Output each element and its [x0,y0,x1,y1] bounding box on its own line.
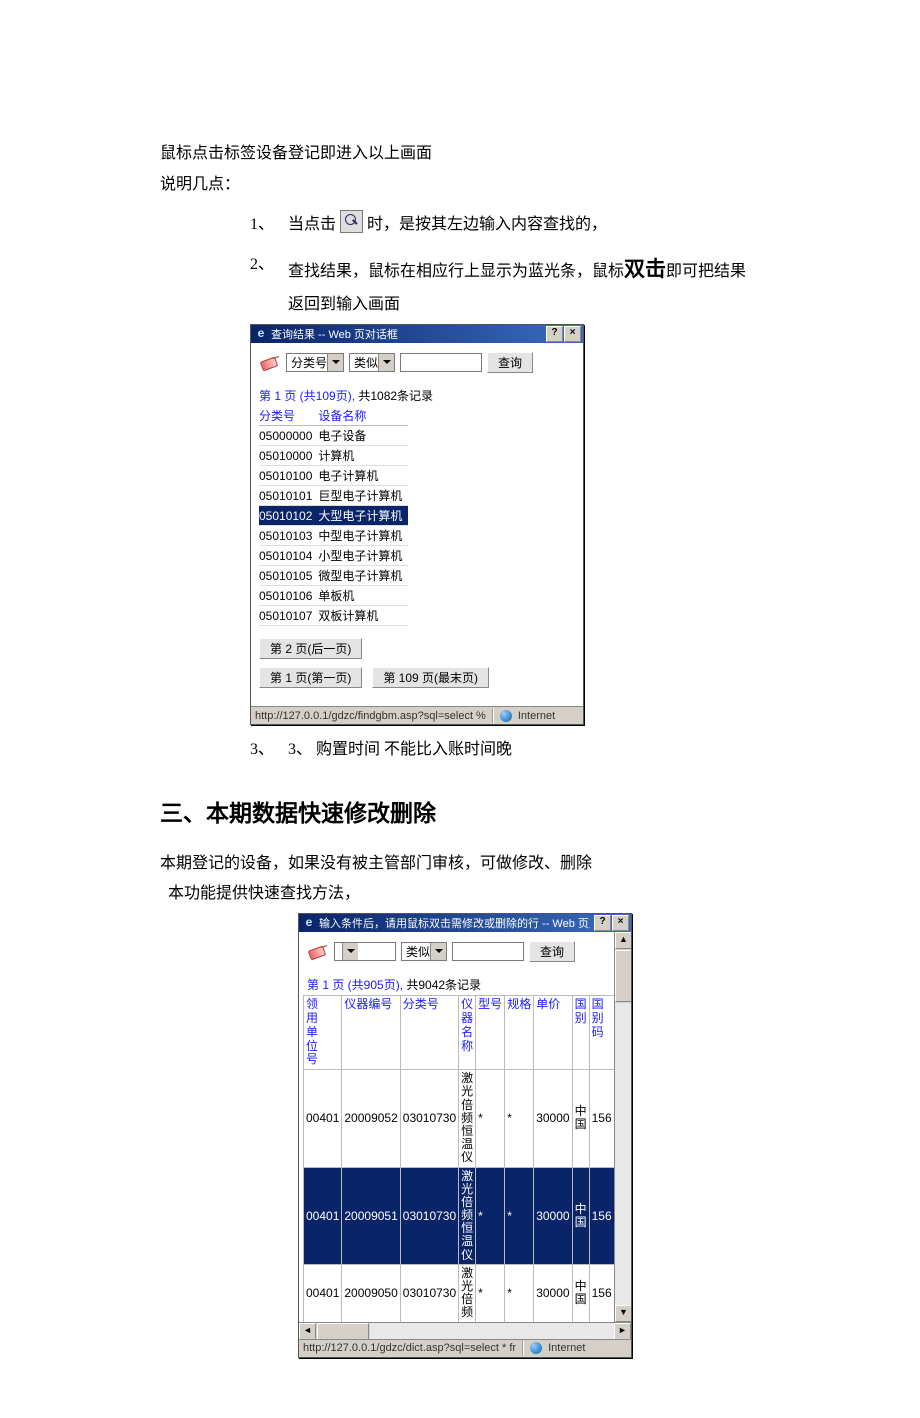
match-select[interactable]: 类似 [349,353,395,372]
dialog-title: 输入条件后，请用鼠标双击需修改或删除的行 -- Web 页对话框 [319,915,590,931]
list-item-2-text-a: 查找结果，鼠标在相应行上显示为蓝光条，鼠标 [288,263,624,280]
data-th: 国别码 [589,996,614,1070]
table-row[interactable]: 05010103中型电子计算机 [259,526,408,546]
table-row[interactable]: 004012000905003010730激光倍频**30000中国156无20… [304,1264,632,1322]
search-row: 分类号 类似 查询 [251,343,583,383]
titlebar: 查询结果 -- Web 页对话框 ? × [251,325,583,343]
page-info: 第 1 页 (共905页), 共9042条记录 [299,972,615,995]
data-table: 领用单位号仪器编号分类号仪器名称型号规格单价国别国别码厂家出厂号出厂日期购置期 … [303,995,631,1322]
chevron-down-icon [327,354,343,371]
table-row[interactable]: 05010104小型电子计算机 [259,546,408,566]
table-row[interactable]: 05010000计算机 [259,446,408,466]
titlebar: 输入条件后，请用鼠标双击需修改或删除的行 -- Web 页对话框 ? × [299,914,631,932]
list-item-1-text-b: 时，是按其左边输入内容查找的， [367,216,607,233]
pager-first-button[interactable]: 第 1 页(第一页) [259,667,362,688]
scroll-left-icon[interactable]: ◄ [299,1323,316,1339]
chevron-down-icon [342,943,358,960]
ie-icon [255,328,267,340]
list-item-2-num: 2、 [250,250,274,280]
vertical-scrollbar[interactable]: ▲ ▼ [614,932,631,1321]
para2-line1: 本期登记的设备，如果没有被主管部门审核，可做修改、删除 [160,850,760,879]
field-select[interactable] [334,942,396,961]
data-th: 仪器名称 [459,996,476,1070]
result-th-code: 分类号 [259,406,318,426]
result-table: 分类号 设备名称 05000000电子设备05010000计算机05010100… [259,406,408,626]
status-url: http://127.0.0.1/gdzc/findgbm.asp?sql=se… [255,710,486,722]
query-button[interactable]: 查询 [529,941,575,962]
table-row[interactable]: 05010106单板机 [259,586,408,606]
list-item-1: 1、 当点击 时，是按其左边输入内容查找的， [250,210,760,240]
field-select[interactable]: 分类号 [286,353,344,372]
list-item-1-num: 1、 [250,210,274,240]
list-item-2: 2、 查找结果，鼠标在相应行上显示为蓝光条，鼠标双击即可把结果返回到输入画面 [250,250,760,320]
scroll-down-icon[interactable]: ▼ [615,1305,631,1322]
data-th: 分类号 [400,996,458,1070]
table-row[interactable]: 05000000电子设备 [259,426,408,446]
result-th-name: 设备名称 [318,406,408,426]
globe-icon [500,710,512,722]
list-item-2-bold: 双击 [624,257,666,281]
scroll-up-icon[interactable]: ▲ [615,932,631,949]
chevron-down-icon [378,354,394,371]
data-th: 国别 [572,996,589,1070]
data-th: 型号 [476,996,505,1070]
pager-next-button[interactable]: 第 2 页(后一页) [259,638,362,659]
chevron-down-icon [430,943,446,960]
search-input[interactable] [400,353,482,372]
table-row[interactable]: 05010105微型电子计算机 [259,566,408,586]
list-item-3-num: 3、 [250,735,274,765]
intro-line-1: 鼠标点击标签设备登记即进入以上画面 [160,140,760,169]
table-row[interactable]: 05010107双板计算机 [259,606,408,626]
ie-icon [303,917,315,929]
dialog-title: 查询结果 -- Web 页对话框 [271,326,542,342]
eraser-icon[interactable] [259,351,281,373]
status-bar: http://127.0.0.1/gdzc/findgbm.asp?sql=se… [251,706,583,724]
list-item-3-text: 3、 购置时间 不能比入账时间晚 [288,735,760,765]
search-icon [340,210,363,233]
search-input[interactable] [452,942,524,961]
status-net: Internet [518,710,555,722]
para2-line2: 本功能提供快速查找方法， [160,880,760,909]
section-heading: 三、本期数据快速修改删除 [160,794,760,828]
list-item-1-text-a: 当点击 [288,216,336,233]
scroll-right-icon[interactable]: ► [614,1323,631,1339]
table-row[interactable]: 004012000905203010730激光倍频恒温仪**30000中国156… [304,1070,632,1167]
horizontal-scrollbar[interactable]: ◄ ► [299,1322,631,1339]
close-button[interactable]: × [564,326,581,342]
table-row[interactable]: 05010100电子计算机 [259,466,408,486]
data-th: 单价 [534,996,572,1070]
data-th: 仪器编号 [342,996,400,1070]
query-button[interactable]: 查询 [487,352,533,373]
close-button[interactable]: × [612,915,629,931]
list-item-3: 3、 3、 购置时间 不能比入账时间晚 [250,735,760,765]
status-bar: http://127.0.0.1/gdzc/dict.asp?sql=selec… [299,1339,631,1357]
table-row[interactable]: 05010102大型电子计算机 [259,506,408,526]
query-result-dialog: 查询结果 -- Web 页对话框 ? × 分类号 类似 查询 [250,324,584,725]
edit-delete-dialog: 输入条件后，请用鼠标双击需修改或删除的行 -- Web 页对话框 ? × ▲ ▼ [298,913,632,1357]
eraser-icon[interactable] [307,940,329,962]
table-row[interactable]: 05010101巨型电子计算机 [259,486,408,506]
search-row: 类似 查询 [299,932,615,972]
help-button[interactable]: ? [594,915,611,931]
data-th: 规格 [505,996,534,1070]
globe-icon [530,1342,542,1354]
status-url: http://127.0.0.1/gdzc/dict.asp?sql=selec… [303,1342,516,1354]
status-net: Internet [548,1342,585,1354]
match-select[interactable]: 类似 [401,942,447,961]
page-info: 第 1 页 (共109页), 共1082条记录 [251,383,583,406]
intro-line-2: 说明几点： [160,171,760,200]
table-row[interactable]: 004012000905103010730激光倍频恒温仪**30000中国156… [304,1167,632,1264]
pager-last-button[interactable]: 第 109 页(最末页) [372,667,489,688]
data-th: 领用单位号 [304,996,342,1070]
help-button[interactable]: ? [546,326,563,342]
